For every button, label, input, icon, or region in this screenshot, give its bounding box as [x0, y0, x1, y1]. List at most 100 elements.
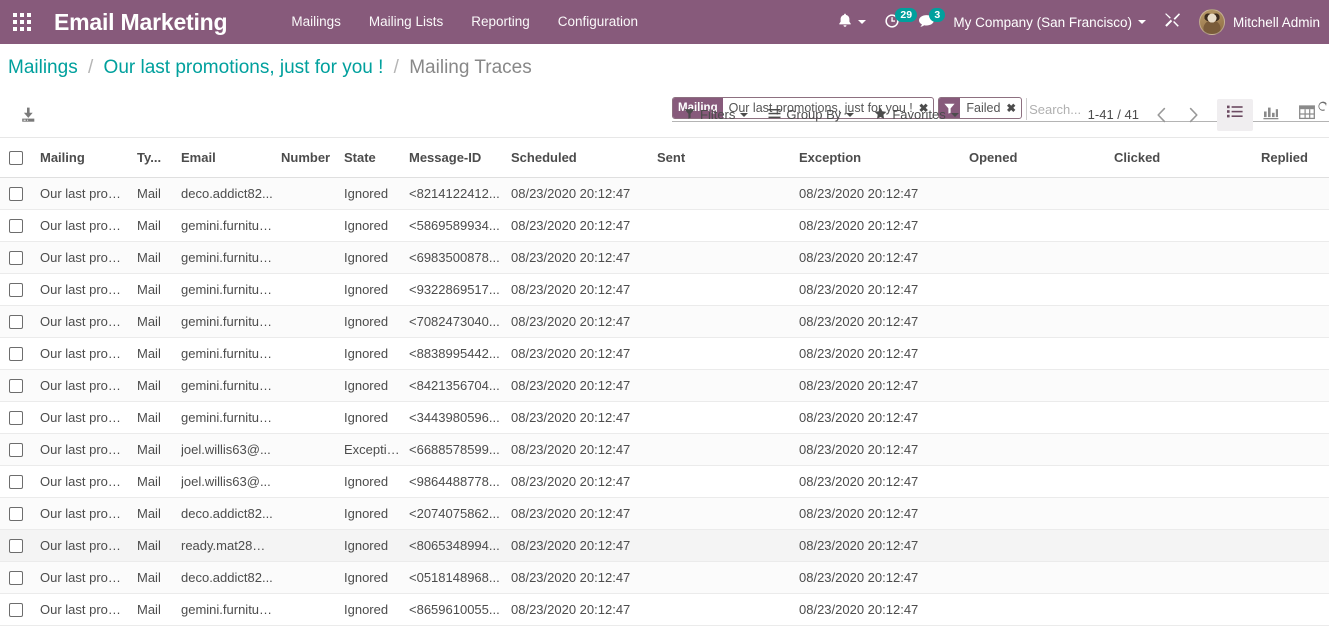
row-checkbox[interactable] [9, 602, 23, 617]
graph-view-button[interactable] [1253, 99, 1289, 131]
cell-exception: 08/23/2020 20:12:47 [799, 369, 969, 402]
cell-exception: 08/23/2020 20:12:47 [799, 337, 969, 370]
cell-scheduled: 08/23/2020 20:12:47 [511, 593, 657, 626]
cell-state: Ignored [344, 401, 409, 434]
cell-opened [969, 401, 1114, 434]
menu-item-mailings[interactable]: Mailings [277, 0, 355, 44]
table-row[interactable]: Our last promo... Mail gemini.furnitur... I… [0, 273, 1329, 306]
cell-email: deco.addict82... [181, 177, 281, 210]
cell-scheduled: 08/23/2020 20:12:47 [511, 305, 657, 338]
cell-sent [657, 177, 799, 210]
row-select-cell [0, 401, 32, 434]
cell-exception: 08/23/2020 20:12:47 [799, 593, 969, 626]
row-checkbox[interactable] [9, 314, 23, 329]
row-checkbox[interactable] [9, 506, 23, 521]
row-checkbox[interactable] [9, 250, 23, 265]
messages-counter[interactable]: 3 [909, 0, 946, 44]
filters-dropdown[interactable]: Filters [674, 103, 758, 126]
pager-counter[interactable]: 1-41 / 41 [1082, 107, 1145, 122]
cell-replied [1261, 593, 1329, 626]
groupby-label: Group By [786, 107, 842, 122]
menu-item-configuration[interactable]: Configuration [544, 0, 652, 44]
breadcrumb-current-page: Mailing Traces [409, 57, 532, 78]
menu-item-mailing-lists[interactable]: Mailing Lists [355, 0, 457, 44]
cell-number [281, 337, 344, 370]
table-row[interactable]: Our last promo... Mail deco.addict82... Ign… [0, 561, 1329, 594]
table-row[interactable]: Our last promo... Mail gemini.furnitur... I… [0, 593, 1329, 626]
user-menu[interactable]: Mitchell Admin [1190, 0, 1329, 44]
list-lines-icon [768, 107, 781, 122]
column-header-clicked[interactable]: Clicked [1114, 138, 1261, 178]
row-checkbox[interactable] [9, 474, 23, 489]
menu-item-reporting[interactable]: Reporting [457, 0, 544, 44]
table-row[interactable]: Our last promo... Mail ready.mat28@... Igno… [0, 529, 1329, 562]
column-header-sent[interactable]: Sent [657, 138, 799, 178]
cell-message-id: <5869589934... [409, 209, 511, 242]
cell-email: gemini.furnitur... [181, 401, 281, 434]
pager-next-button[interactable] [1177, 99, 1209, 131]
row-checkbox[interactable] [9, 218, 23, 233]
apps-grid-icon[interactable] [0, 0, 44, 44]
company-name: My Company (San Francisco) [953, 14, 1132, 30]
cell-state: Ignored [344, 593, 409, 626]
control-panel: Mailings / Our last promotions, just for… [0, 44, 1329, 138]
cell-replied [1261, 561, 1329, 594]
table-row[interactable]: Our last promo... Mail gemini.furnitur... I… [0, 241, 1329, 274]
favorites-dropdown[interactable]: Favorites [864, 103, 968, 127]
groupby-dropdown[interactable]: Group By [758, 103, 864, 126]
chevron-down-icon [740, 112, 749, 117]
cell-scheduled: 08/23/2020 20:12:47 [511, 401, 657, 434]
table-row[interactable]: Our last promo... Mail gemini.furnitur... I… [0, 401, 1329, 434]
table-row[interactable]: Our last promo... Mail gemini.furnitur... I… [0, 337, 1329, 370]
clock-counter[interactable]: 29 [875, 0, 918, 44]
row-checkbox[interactable] [9, 442, 23, 457]
cell-replied [1261, 177, 1329, 210]
row-checkbox[interactable] [9, 410, 23, 425]
column-header-opened[interactable]: Opened [969, 138, 1114, 178]
cell-number [281, 177, 344, 210]
developer-tools-menu[interactable] [1155, 0, 1190, 44]
table-row[interactable]: Our last promo... Mail deco.addict82... Ign… [0, 497, 1329, 530]
table-row[interactable]: Our last promo... Mail gemini.furnitur... I… [0, 305, 1329, 338]
breadcrumb-item-mailing[interactable]: Our last promotions, just for you ! [104, 57, 384, 78]
download-icon[interactable] [10, 99, 46, 131]
breadcrumb-item-mailings[interactable]: Mailings [8, 57, 78, 78]
table-row[interactable]: Our last promo... Mail gemini.furnitur... I… [0, 209, 1329, 242]
cell-email: ready.mat28@... [181, 529, 281, 562]
column-header-replied[interactable]: Replied [1261, 138, 1329, 178]
column-header-message-id[interactable]: Message-ID [409, 138, 511, 178]
company-switcher[interactable]: My Company (San Francisco) [944, 0, 1155, 44]
cell-exception: 08/23/2020 20:12:47 [799, 561, 969, 594]
column-header-type[interactable]: Ty... [137, 138, 181, 178]
row-checkbox[interactable] [9, 346, 23, 361]
row-checkbox[interactable] [9, 538, 23, 553]
pivot-view-button[interactable] [1289, 99, 1325, 131]
table-row[interactable]: Our last promo... Mail joel.willis63@... Ig… [0, 465, 1329, 498]
row-checkbox[interactable] [9, 570, 23, 585]
cell-type: Mail [137, 273, 181, 306]
cell-mailing: Our last promo... [32, 401, 137, 434]
row-checkbox[interactable] [9, 378, 23, 393]
column-header-scheduled[interactable]: Scheduled [511, 138, 657, 178]
cell-email: gemini.furnitur... [181, 273, 281, 306]
table-row[interactable]: Our last promo... Mail joel.willis63@... Ex… [0, 433, 1329, 466]
cell-mailing: Our last promo... [32, 177, 137, 210]
table-row[interactable]: Our last promo... Mail gemini.furnitur... I… [0, 369, 1329, 402]
app-brand-title[interactable]: Email Marketing [44, 0, 231, 44]
column-header-number[interactable]: Number [281, 138, 344, 178]
cell-number [281, 209, 344, 242]
row-checkbox[interactable] [9, 186, 23, 201]
select-all-checkbox[interactable] [9, 150, 23, 165]
cell-state: Ignored [344, 529, 409, 562]
activities-menu[interactable] [829, 0, 875, 44]
column-header-state[interactable]: State [344, 138, 409, 178]
pager-previous-button[interactable] [1145, 99, 1177, 131]
table-row[interactable]: Our last promo... Mail deco.addict82... Ign… [0, 177, 1329, 210]
cell-sent [657, 241, 799, 274]
cell-message-id: <9864488778... [409, 465, 511, 498]
column-header-mailing[interactable]: Mailing [32, 138, 137, 178]
column-header-exception[interactable]: Exception [799, 138, 969, 178]
row-checkbox[interactable] [9, 282, 23, 297]
column-header-email[interactable]: Email [181, 138, 281, 178]
list-view-button[interactable] [1217, 98, 1253, 131]
